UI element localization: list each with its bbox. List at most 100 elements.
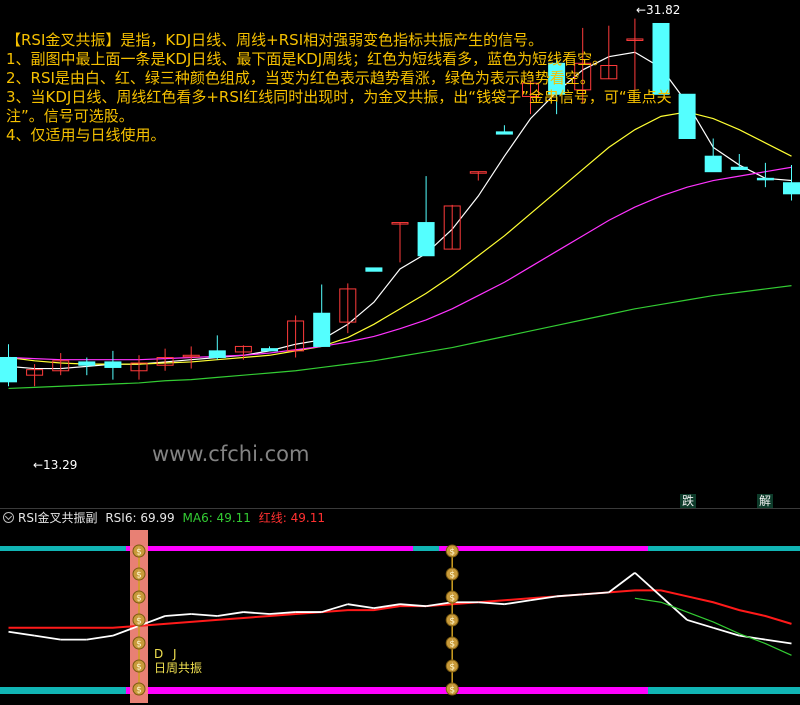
- indicator-description: 【RSI金叉共振】是指，KDJ日线、周线+RSI相对强弱变色指标共振产生的信号。…: [6, 31, 746, 145]
- kdj-daily-segment: [360, 546, 388, 551]
- sub-chart-header: RSI金叉共振副 RSI6: 69.99 MA6: 49.11 红线: 49.1…: [0, 509, 325, 527]
- kdj-weekly-segment: [517, 687, 545, 694]
- kdj-weekly-segment: [595, 687, 623, 694]
- kdj-daily-segment: [752, 546, 780, 551]
- kdj-daily-segment: [0, 546, 23, 551]
- description-line: 【RSI金叉共振】是指，KDJ日线、周线+RSI相对强弱变色指标共振产生的信号。: [6, 31, 544, 49]
- kdj-weekly-segment: [230, 687, 258, 694]
- rsi-line-segment: [347, 603, 375, 610]
- kdj-daily-segment: [230, 546, 258, 551]
- rsi-line-segment: [8, 630, 35, 637]
- candle-body: [730, 166, 748, 170]
- candle-body: [78, 361, 96, 366]
- kdj-daily-segment: [204, 546, 231, 551]
- low-price-label: ←13.29: [33, 458, 78, 472]
- kdj-weekly-segment: [569, 687, 597, 694]
- rsi-line-segment: [86, 634, 114, 641]
- collapse-icon[interactable]: [3, 512, 14, 523]
- money-bag-symbol: $: [136, 663, 142, 673]
- kdj-daily-segment: [465, 546, 492, 551]
- kdj-weekly-segment: [700, 687, 727, 694]
- description-line: 注”。信号可选股。: [6, 107, 134, 125]
- money-bag-symbol: $: [136, 640, 142, 650]
- candle-body: [0, 356, 17, 383]
- kdj-weekly-segment: [752, 687, 780, 694]
- candle-body: [313, 312, 331, 347]
- kdj-weekly-segment: [647, 687, 675, 694]
- kdj-daily-segment: [152, 546, 179, 551]
- kdj-weekly-segment: [674, 687, 701, 694]
- kdj-weekly-segment: [726, 687, 753, 694]
- candle-body: [756, 177, 774, 181]
- tag-fall[interactable]: 跌: [680, 494, 696, 508]
- ma-line-green: [8, 285, 792, 390]
- rsi-line-segment: [686, 619, 714, 629]
- signal-label-line: 日周共振: [154, 661, 203, 675]
- chart-stage: $ $ $ $ $ $ $ $ $ $ $ $ $ $ 【RSI金叉共振】是指，KDJ日线、周线+RSI相…: [0, 0, 800, 705]
- kdj-daily-segment: [73, 546, 101, 551]
- rsi-line-segment: [608, 572, 636, 594]
- kdj-daily-segment: [517, 546, 545, 551]
- kdj-weekly-segment: [282, 687, 310, 694]
- rsi-line-segment: [556, 593, 583, 598]
- kdj-daily-segment: [491, 546, 519, 551]
- kdj-daily-segment: [778, 546, 800, 551]
- kdj-daily-segment: [308, 546, 336, 551]
- kdj-weekly-segment: [621, 687, 649, 694]
- rsi-line-segment: [217, 611, 244, 617]
- kdj-weekly-segment: [178, 687, 205, 694]
- kdj-weekly-segment: [47, 687, 75, 694]
- money-bag-symbol: $: [449, 640, 455, 650]
- kdj-weekly-segment: [491, 687, 519, 694]
- candle-body: [417, 222, 435, 257]
- money-bag-symbol: $: [136, 571, 142, 581]
- tag-unlock[interactable]: 解: [757, 494, 773, 508]
- money-bag-symbol: $: [136, 686, 142, 696]
- kdj-daily-segment: [647, 546, 675, 551]
- high-price-label: ←31.82: [636, 3, 681, 17]
- indicator-name[interactable]: RSI金叉共振副: [18, 511, 98, 525]
- kdj-daily-segment: [595, 546, 623, 551]
- watermark: www.cfchi.com: [152, 442, 310, 466]
- kdj-daily-segment: [178, 546, 205, 551]
- kdj-weekly-segment: [465, 687, 492, 694]
- rsi-line-segment: [34, 634, 61, 641]
- rsi-line-segment: [582, 591, 609, 596]
- candle-body: [208, 350, 226, 358]
- kdj-daily-segment: [99, 546, 127, 551]
- description-line: 2、RSI是由白、红、绿三种颜色组成，当变为红色表示趋势看涨，绿色为表示趋势看空…: [6, 69, 595, 87]
- candle-body: [104, 361, 122, 368]
- ma-line-magenta: [8, 166, 792, 361]
- kdj-weekly-segment: [778, 687, 800, 694]
- kdj-daily-segment: [413, 546, 440, 551]
- description-line: 4、仅适用与日线使用。: [6, 126, 166, 144]
- kdj-daily-segment: [334, 546, 362, 551]
- money-bag-symbol: $: [449, 686, 455, 696]
- kdj-daily-segment: [21, 546, 49, 551]
- kdj-weekly-segment: [543, 687, 571, 694]
- money-bag-symbol: $: [136, 617, 142, 627]
- signal-label-line: D J: [154, 647, 180, 661]
- money-bag-symbol: $: [449, 594, 455, 604]
- money-bag-symbol: $: [449, 548, 455, 558]
- signal-label: D J 日周共振: [154, 647, 202, 675]
- kdj-daily-segment: [47, 546, 75, 551]
- candle-body: [704, 155, 722, 173]
- money-bag-symbol: $: [449, 617, 455, 627]
- kdj-daily-segment: [569, 546, 597, 551]
- description-line: 1、副图中最上面一条是KDJ日线、最下面是KDJ周线；红色为短线看多，蓝色为短线…: [6, 50, 608, 68]
- money-bag-symbol: $: [136, 548, 142, 558]
- kdj-daily-segment: [700, 546, 727, 551]
- rsi-line-segment: [243, 611, 270, 615]
- kdj-weekly-segment: [334, 687, 362, 694]
- kdj-weekly-segment: [99, 687, 127, 694]
- ma-value: MA6: 49.11: [182, 511, 251, 525]
- kdj-daily-segment: [386, 546, 414, 551]
- kdj-daily-segment: [726, 546, 753, 551]
- kdj-weekly-segment: [21, 687, 49, 694]
- rsi-line-segment: [478, 601, 505, 606]
- candle-body: [365, 267, 383, 272]
- rsi-value: RSI6: 69.99: [105, 511, 175, 525]
- rsi-line-segment: [634, 572, 662, 598]
- money-bag-symbol: $: [136, 594, 142, 604]
